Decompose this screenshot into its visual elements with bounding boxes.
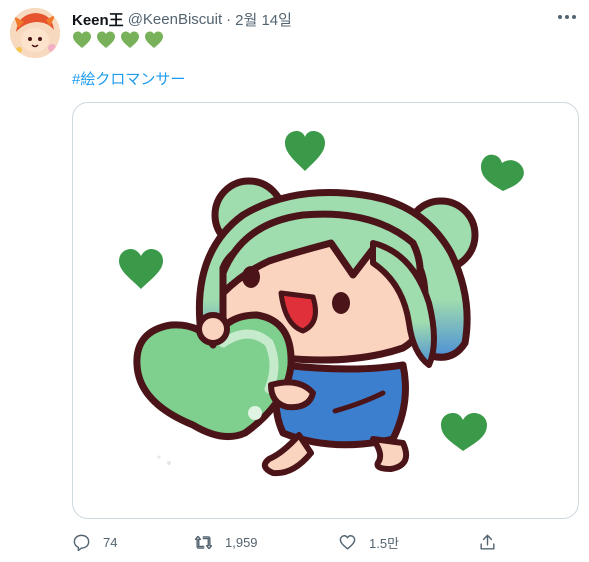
heart-left (119, 249, 163, 289)
heart-bottom-right (441, 413, 487, 451)
like-heart-icon (339, 534, 356, 550)
green-heart-icon (97, 31, 115, 48)
avatar[interactable] (10, 8, 60, 58)
reply-count: 74 (103, 534, 118, 550)
tweet-date[interactable]: 2월 14일 (235, 9, 292, 30)
reply-icon (73, 534, 90, 551)
tweet-emoji-row (72, 30, 164, 54)
reply-button[interactable]: 74 (72, 530, 117, 554)
heart-top (285, 131, 325, 171)
heart-right-top (481, 154, 524, 191)
green-heart-icon (121, 31, 139, 48)
more-options-icon[interactable] (555, 9, 579, 25)
hashtag-link[interactable]: #絵クロマンサー (72, 68, 185, 89)
share-icon (480, 534, 495, 550)
like-button[interactable]: 1.5만 (338, 530, 399, 554)
green-heart-icon (145, 31, 163, 48)
like-count: 1.5만 (369, 535, 400, 551)
user-handle[interactable]: @KeenBiscuit (128, 11, 222, 28)
green-heart-icon (73, 31, 91, 48)
display-name[interactable]: Keen王 (72, 9, 124, 30)
share-button[interactable] (478, 530, 497, 554)
retweet-button[interactable]: 1,959 (194, 530, 258, 554)
tweet-actions: 74 1,959 1.5만 (72, 530, 502, 554)
tweet-image[interactable] (72, 102, 579, 519)
retweet-count: 1,959 (225, 534, 258, 550)
chibi-character (133, 177, 479, 477)
tweet-header: Keen王 @KeenBiscuit · 2월 14일 (72, 8, 549, 30)
separator-dot: · (226, 10, 232, 28)
retweet-icon (194, 535, 213, 549)
